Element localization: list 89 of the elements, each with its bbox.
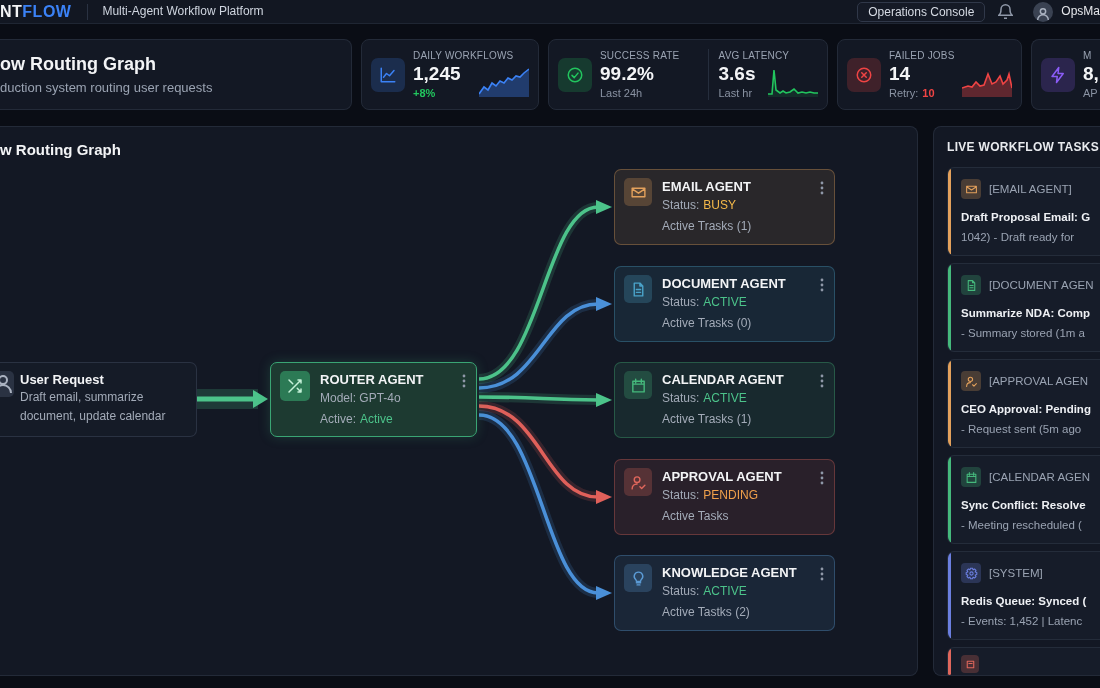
task-card[interactable]: [EMAIL AGENT] Draft Proposal Email: G 1042) - Draft ready for	[947, 167, 1100, 256]
status-label: Status:	[662, 583, 700, 600]
task-heading: Summarize NDA: Comp	[961, 306, 1092, 321]
envelope-icon	[961, 179, 981, 199]
node-title: APPROVAL AGENT	[662, 468, 782, 485]
metric-label: FAILED JOBS	[889, 49, 956, 62]
sparkline	[768, 67, 818, 97]
avatar-icon[interactable]	[1033, 1, 1054, 22]
task-card[interactable]: [SYSTEM] Redis Queue: Synced ( - Events: 1,452 | Latenc	[947, 551, 1100, 640]
task-card[interactable]: [CALENDAR AGEN Sync Conflict: Resolve - Meeting rescheduled (	[947, 455, 1100, 544]
task-count: Active Trasks (0)	[662, 315, 753, 332]
metric-change: +8%	[413, 86, 436, 100]
task-card[interactable]: [APPROVAL AGEN CEO Approval: Pending - Request sent (5m ago	[947, 359, 1100, 448]
metric-note: Retry:	[889, 86, 919, 100]
task-count: Active Tasks	[662, 508, 730, 525]
status-label: Status:	[662, 390, 700, 407]
metric-value: 1,245	[413, 62, 461, 86]
status-value: Active	[360, 411, 393, 428]
user-name[interactable]: OpsMa	[1061, 4, 1100, 19]
page-title: ow Routing Graph	[0, 53, 157, 75]
model-label: Model: GPT-4o	[320, 390, 402, 407]
task-card[interactable]	[947, 647, 1100, 675]
task-card[interactable]: [DOCUMENT AGEN Summarize NDA: Comp - Summary stored (1m a	[947, 263, 1100, 352]
task-heading: Sync Conflict: Resolve	[961, 498, 1087, 513]
task-count: Active Trasks (1)	[662, 218, 752, 235]
panel-title: LIVE WORKFLOW TASKS	[947, 140, 1100, 155]
console-button[interactable]: Operations Console	[857, 1, 986, 22]
task-count: Active Trasks (1)	[662, 411, 753, 428]
task-source: [DOCUMENT AGEN	[989, 277, 1094, 293]
status-label: Active:	[320, 411, 356, 428]
node-title: User Request	[20, 371, 105, 388]
person-check-icon	[961, 371, 981, 391]
shuffle-icon	[280, 371, 310, 401]
metric-label: SUCCESS RATE	[600, 49, 681, 62]
node-title: DOCUMENT AGENT	[662, 275, 786, 292]
task-heading: CEO Approval: Pending	[961, 402, 1091, 417]
app-subtitle: Multi-Agent Workflow Platform	[102, 4, 264, 19]
calendar-icon	[961, 467, 981, 487]
metric-value: 14	[889, 62, 912, 86]
metric-note: AP	[1083, 86, 1098, 100]
more-options-icon[interactable]	[462, 374, 466, 388]
task-source: [SYSTEM]	[989, 565, 1043, 581]
status-value: PENDING	[703, 487, 759, 504]
task-source: [APPROVAL AGEN	[989, 373, 1089, 389]
task-detail: 1042) - Draft ready for	[961, 230, 1076, 245]
task-detail: - Summary stored (1m a	[961, 326, 1086, 341]
metric-value: 99.2%	[600, 62, 654, 86]
notifications-icon[interactable]	[998, 4, 1014, 19]
task-detail: - Events: 1,452 | Latenc	[961, 614, 1084, 629]
more-options-icon[interactable]	[820, 471, 824, 485]
metric-change: 10	[922, 86, 935, 100]
panel-title: w Routing Graph	[0, 140, 122, 159]
metric-value: 8,	[1083, 62, 1099, 86]
page-subtitle: duction system routing user requests	[0, 79, 214, 96]
node-title: EMAIL AGENT	[662, 178, 752, 195]
node-description: Draft email, summarize document, update calendar	[20, 389, 167, 425]
more-options-icon[interactable]	[820, 278, 824, 292]
node-title: ROUTER AGENT	[320, 371, 424, 388]
status-label: Status:	[662, 197, 700, 214]
status-label: Status:	[662, 294, 700, 311]
task-source: [EMAIL AGENT]	[989, 181, 1072, 197]
metric-value: 3.6s	[718, 62, 756, 86]
metric-note: Last hr	[718, 86, 753, 100]
document-icon	[961, 275, 981, 295]
metric-label: DAILY WORKFLOWS	[413, 49, 515, 62]
more-options-icon[interactable]	[820, 374, 824, 388]
status-value: ACTIVE	[703, 390, 747, 407]
metric-label: M	[1083, 49, 1093, 62]
task-count: Active Tastks (2)	[662, 604, 751, 621]
metric-label: AVG LATENCY	[718, 49, 791, 62]
connector-arrow	[197, 389, 268, 409]
node-title: KNOWLEDGE AGENT	[662, 564, 797, 581]
sparkline	[479, 67, 529, 97]
status-value: ACTIVE	[703, 583, 747, 600]
status-value: ACTIVE	[703, 294, 747, 311]
square-icon	[961, 655, 979, 673]
task-source: [CALENDAR AGEN	[989, 469, 1090, 485]
status-value: BUSY	[703, 197, 737, 214]
brand-logo: NTFLOW	[0, 2, 72, 21]
task-heading: Draft Proposal Email: G	[961, 210, 1091, 225]
node-title: CALENDAR AGENT	[662, 371, 784, 388]
status-label: Status:	[662, 487, 700, 504]
task-detail: - Meeting rescheduled (	[961, 518, 1083, 533]
more-options-icon[interactable]	[820, 181, 824, 195]
metric-note: Last 24h	[600, 86, 643, 100]
task-heading: Redis Queue: Synced (	[961, 594, 1087, 609]
more-options-icon[interactable]	[820, 567, 824, 581]
gear-icon	[961, 563, 981, 583]
task-detail: - Request sent (5m ago	[961, 422, 1083, 437]
